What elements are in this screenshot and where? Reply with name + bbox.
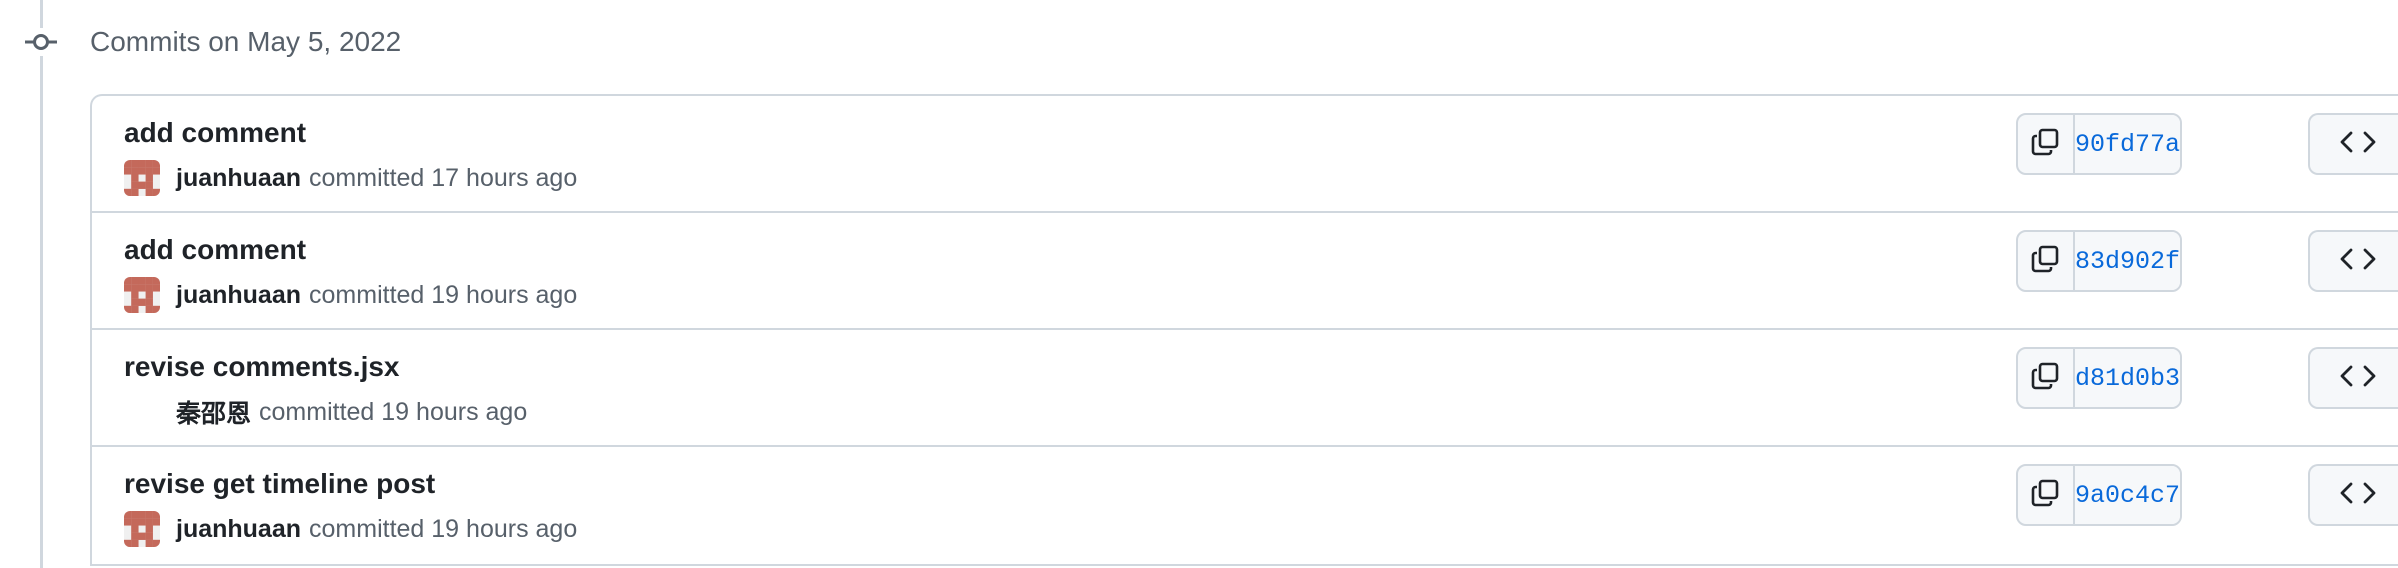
commit-button-group: 90fd77a	[2016, 113, 2182, 175]
commit-meta: juanhuaan committed 19 hours ago	[124, 509, 577, 549]
copy-sha-button[interactable]	[2018, 466, 2075, 524]
timeline-line	[40, 0, 43, 568]
commit-title-link[interactable]: revise comments.jsx	[124, 348, 400, 386]
avatar-placeholder	[124, 394, 160, 430]
commit-title-link[interactable]: add comment	[124, 231, 306, 269]
commit-sha-link[interactable]: 83d902f	[2074, 232, 2180, 290]
code-icon	[2340, 364, 2376, 393]
commit-time-separator	[424, 164, 431, 193]
copy-icon	[2030, 361, 2060, 396]
commit-sha-link[interactable]: 9a0c4c7	[2074, 466, 2180, 524]
commit-author-link[interactable]: juanhuaan	[176, 515, 301, 544]
commit-time-separator	[424, 515, 431, 544]
commit-action: committed	[259, 397, 375, 426]
commit-sha-link[interactable]: d81d0b3	[2074, 349, 2180, 407]
commit-time: 19 hours ago	[431, 514, 578, 543]
copy-sha-button[interactable]	[2018, 232, 2075, 290]
copy-icon	[2030, 478, 2060, 513]
copy-sha-button[interactable]	[2018, 349, 2075, 407]
commit-action: committed	[309, 163, 425, 192]
commit-list: add comment juanhuaan committed 17 hours…	[90, 94, 2398, 566]
code-icon	[2340, 247, 2376, 276]
commit-sha-link[interactable]: 90fd77a	[2074, 115, 2180, 173]
commit-author-link[interactable]: 秦邵恩	[176, 394, 251, 430]
commit-meta: 秦邵恩 committed 19 hours ago	[124, 392, 527, 432]
commit-button-group: d81d0b3	[2016, 347, 2182, 409]
commit-time-separator	[424, 281, 431, 310]
commit-group-heading: Commits on May 5, 2022	[90, 26, 402, 57]
browse-repo-at-commit-button[interactable]	[2308, 464, 2398, 526]
commit-row: revise comments.jsx 秦邵恩 committed 19 hou…	[92, 330, 2398, 447]
copy-icon	[2030, 244, 2060, 279]
identicon-avatar[interactable]	[124, 511, 160, 547]
commit-action: committed	[309, 280, 425, 309]
commit-meta: juanhuaan committed 19 hours ago	[124, 275, 577, 315]
commit-button-group: 9a0c4c7	[2016, 464, 2182, 526]
commit-time: 19 hours ago	[431, 280, 578, 309]
browse-repo-at-commit-button[interactable]	[2308, 113, 2398, 175]
commit-action: committed	[309, 514, 425, 543]
commit-meta: juanhuaan committed 17 hours ago	[124, 158, 577, 198]
commit-row: revise get timeline post juanhuaan commi…	[92, 447, 2398, 564]
commit-row: add comment juanhuaan committed 19 hours…	[92, 213, 2398, 330]
identicon-avatar[interactable]	[124, 277, 160, 313]
commit-button-group: 83d902f	[2016, 230, 2182, 292]
browse-repo-at-commit-button[interactable]	[2308, 230, 2398, 292]
copy-icon	[2030, 127, 2060, 162]
identicon-avatar[interactable]	[124, 160, 160, 196]
commit-author-link[interactable]: juanhuaan	[176, 164, 301, 193]
commit-row: add comment juanhuaan committed 17 hours…	[92, 96, 2398, 213]
commit-title-link[interactable]: revise get timeline post	[124, 465, 435, 503]
git-commit-icon	[25, 28, 57, 56]
commit-time-separator	[374, 398, 381, 427]
copy-sha-button[interactable]	[2018, 115, 2075, 173]
commit-time: 17 hours ago	[431, 163, 578, 192]
browse-repo-at-commit-button[interactable]	[2308, 347, 2398, 409]
commit-time: 19 hours ago	[381, 397, 528, 426]
code-icon	[2340, 130, 2376, 159]
commit-title-link[interactable]: add comment	[124, 114, 306, 152]
commit-author-link[interactable]: juanhuaan	[176, 281, 301, 310]
code-icon	[2340, 481, 2376, 510]
